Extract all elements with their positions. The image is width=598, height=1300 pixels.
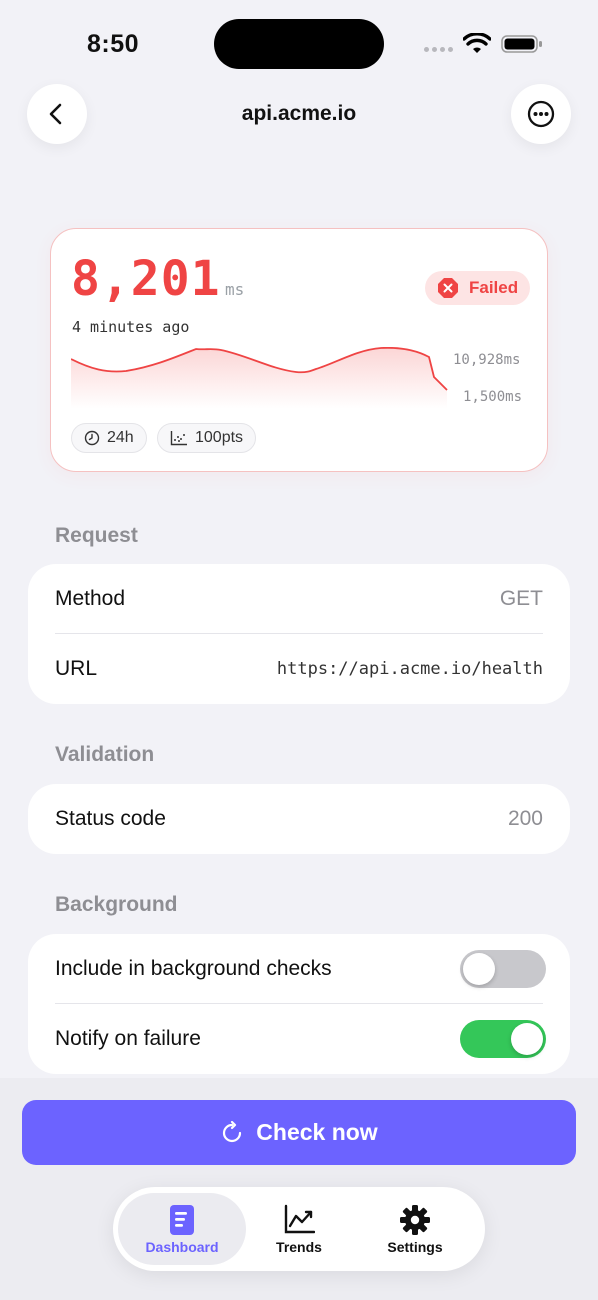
- background-checks-toggle[interactable]: [460, 950, 546, 988]
- notify-failure-label: Notify on failure: [55, 1027, 201, 1050]
- tab-dashboard-label: Dashboard: [145, 1238, 219, 1255]
- section-header-validation: Validation: [55, 743, 155, 766]
- x-octagon-icon: [438, 278, 458, 298]
- status-badge-label: Failed: [469, 278, 519, 297]
- status-code-label: Status code: [55, 807, 166, 830]
- page-title: api.acme.io: [241, 102, 357, 125]
- method-label: Method: [55, 587, 126, 610]
- response-time-unit: ms: [225, 280, 245, 299]
- tab-trends[interactable]: Trends: [235, 1193, 363, 1265]
- url-value: https://api.acme.io/health: [276, 659, 543, 679]
- section-header-background: Background: [55, 893, 178, 916]
- response-time-card[interactable]: 8,201 ms 4 minutes ago Failed 10,928ms 1…: [50, 228, 548, 472]
- background-group: Include in background checks Notify on f…: [28, 934, 570, 1074]
- cellular-signal-icon: [424, 47, 456, 53]
- wifi-icon: [463, 33, 491, 53]
- refresh-icon: [223, 1120, 242, 1142]
- url-label: URL: [55, 657, 98, 680]
- tab-settings[interactable]: Settings: [351, 1193, 479, 1265]
- response-time-sparkline: [71, 347, 448, 409]
- points-label: 100pts: [195, 429, 244, 446]
- time-range-chip[interactable]: 24h: [71, 423, 147, 453]
- sparkline-min-label: 1,500ms: [463, 389, 523, 405]
- tab-bar: Dashboard Trends Settings: [113, 1187, 485, 1271]
- tab-trends-label: Trends: [276, 1238, 322, 1255]
- background-checks-row: Include in background checks: [28, 934, 570, 1004]
- ellipsis-circle-icon: [527, 100, 555, 128]
- toggle-knob: [463, 953, 495, 985]
- document-icon: [170, 1204, 194, 1235]
- chart-line-icon: [284, 1204, 315, 1233]
- scatter-chart-icon: [170, 431, 187, 446]
- tab-dashboard[interactable]: Dashboard: [118, 1193, 246, 1265]
- points-chip[interactable]: 100pts: [157, 423, 257, 453]
- status-time: 8:50: [87, 30, 140, 58]
- status-bar: 8:50: [0, 0, 598, 80]
- method-value: GET: [499, 587, 543, 610]
- notify-failure-toggle[interactable]: [460, 1020, 546, 1058]
- clock-icon: [84, 430, 100, 446]
- check-now-button[interactable]: Check now: [22, 1100, 576, 1165]
- section-header-request: Request: [55, 524, 138, 547]
- toggle-knob: [511, 1023, 543, 1055]
- background-checks-label: Include in background checks: [55, 957, 332, 980]
- validation-group: Status code 200: [28, 784, 570, 854]
- status-code-row[interactable]: Status code 200: [28, 784, 570, 854]
- more-options-button[interactable]: [511, 84, 571, 144]
- check-now-label: Check now: [256, 1119, 378, 1145]
- dynamic-island: [214, 19, 384, 69]
- url-row[interactable]: URL https://api.acme.io/health: [28, 634, 570, 704]
- status-badge: Failed: [425, 271, 531, 305]
- tab-settings-label: Settings: [387, 1238, 443, 1255]
- battery-icon: [501, 35, 542, 53]
- time-range-label: 24h: [107, 429, 134, 446]
- gear-icon: [400, 1204, 430, 1235]
- method-row[interactable]: Method GET: [28, 564, 570, 634]
- status-code-value: 200: [507, 807, 543, 830]
- notify-failure-row: Notify on failure: [28, 1004, 570, 1074]
- request-group: Method GET URL https://api.acme.io/healt…: [28, 564, 570, 704]
- sparkline-max-label: 10,928ms: [453, 352, 521, 368]
- response-time-value: 8,201: [71, 251, 221, 307]
- last-check-time: 4 minutes ago: [72, 318, 190, 336]
